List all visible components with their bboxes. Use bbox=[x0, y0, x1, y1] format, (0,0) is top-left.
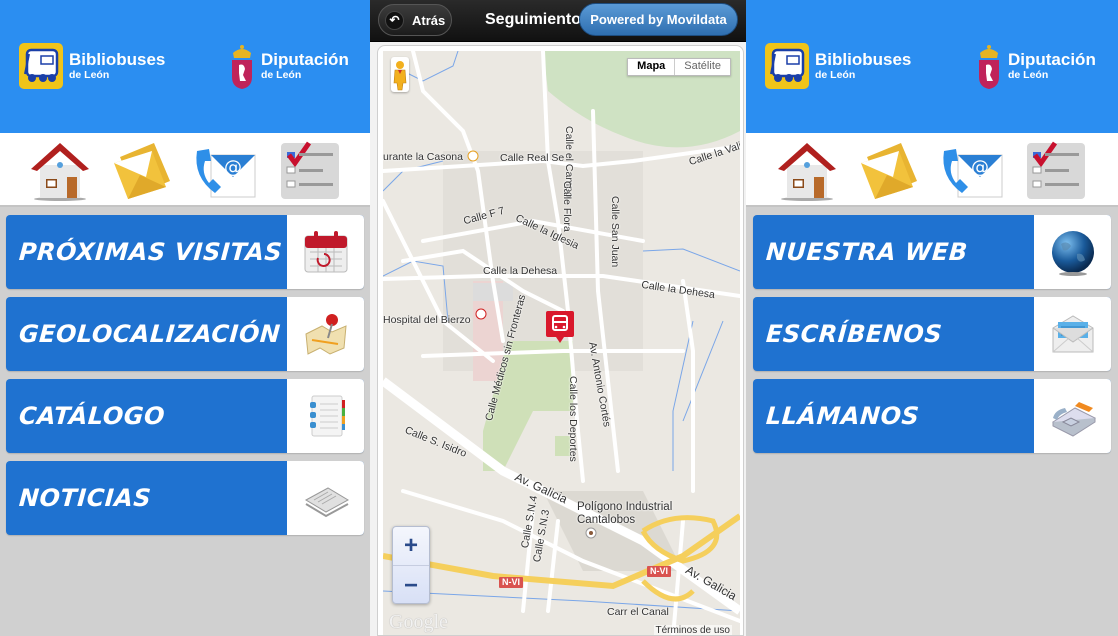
calendar-icon bbox=[287, 215, 364, 289]
coat-of-arms-icon bbox=[976, 43, 1002, 89]
envelope-icon bbox=[1034, 297, 1111, 371]
street-view-pegman-icon[interactable] bbox=[391, 57, 409, 92]
menu-item-catalogo[interactable]: CATÁLOGO bbox=[6, 379, 364, 453]
highway-shield: N-VI bbox=[499, 577, 523, 588]
telephone-icon bbox=[1034, 379, 1111, 453]
contact-menu: NUESTRA WEB ESCRÍBENOS LLÁMANOS bbox=[753, 215, 1111, 461]
map-type-satelite-button[interactable]: Satélite bbox=[675, 59, 730, 75]
map-label: Calle Flora bbox=[561, 181, 573, 232]
page-title: Seguimiento bbox=[485, 11, 582, 28]
notebook-icon bbox=[287, 379, 364, 453]
home-icon[interactable] bbox=[774, 137, 840, 203]
map-label: Calle la Dehesa bbox=[483, 265, 558, 277]
coat-of-arms-icon bbox=[229, 43, 255, 89]
map-label: Cantalobos bbox=[577, 514, 636, 526]
map-type-mapa-button[interactable]: Mapa bbox=[628, 59, 676, 75]
bibliobuses-subtitle: de León bbox=[69, 69, 110, 81]
map-container: urante la Casona Calle Real Se Calle el … bbox=[377, 45, 744, 636]
diputacion-logo: Diputación de León bbox=[229, 43, 349, 89]
map-label: Calle Real Se bbox=[500, 152, 565, 164]
back-arrow-icon: ↶ bbox=[385, 10, 404, 30]
diputacion-logo: Diputación de León bbox=[976, 43, 1096, 89]
bibliobuses-title: Bibliobuses bbox=[815, 50, 912, 69]
diputacion-subtitle: de León bbox=[1008, 69, 1049, 81]
menu-item-llamanos[interactable]: LLÁMANOS bbox=[753, 379, 1111, 453]
map-label: Carr el Canal bbox=[607, 606, 669, 618]
newspaper-icon bbox=[287, 461, 364, 535]
menu-item-label: LLÁMANOS bbox=[765, 402, 921, 430]
icon-toolbar: @ bbox=[0, 133, 370, 207]
map-label: urante la Casona bbox=[383, 151, 463, 163]
zoom-in-button[interactable]: + bbox=[393, 527, 429, 566]
contact-screen: Bibliobuses de León Diputación de León @ bbox=[746, 0, 1118, 636]
zoom-control: + − bbox=[392, 526, 430, 604]
menu-item-escribenos[interactable]: ESCRÍBENOS bbox=[753, 297, 1111, 371]
home-icon[interactable] bbox=[27, 137, 93, 203]
tracking-screen: ↶ Atrás Seguimiento Powered by Movildata bbox=[370, 0, 746, 636]
menu-item-label: NUESTRA WEB bbox=[765, 238, 969, 266]
contact-icon[interactable]: @ bbox=[940, 137, 1006, 203]
menu-item-proximas-visitas[interactable]: PRÓXIMAS VISITAS bbox=[6, 215, 364, 289]
bibliobuses-title: Bibliobuses bbox=[69, 50, 166, 69]
map-label: Calle San Juan bbox=[609, 196, 621, 268]
bus-location-marker[interactable] bbox=[546, 311, 574, 344]
map-type-control: Mapa Satélite bbox=[627, 58, 731, 76]
map-label: Calle los Deportes bbox=[567, 376, 579, 462]
highway-shield: N-VI bbox=[647, 566, 671, 577]
globe-icon bbox=[1034, 215, 1111, 289]
mail-icon[interactable] bbox=[110, 137, 176, 203]
powered-by-button[interactable]: Powered by Movildata bbox=[579, 3, 738, 36]
menu-item-nuestra-web[interactable]: NUESTRA WEB bbox=[753, 215, 1111, 289]
map-label: Hospital del Bierzo bbox=[383, 314, 471, 326]
menu-item-label: GEOLOCALIZACIÓN bbox=[18, 320, 282, 348]
bus-logo-icon bbox=[19, 43, 63, 89]
icon-toolbar: @ bbox=[746, 133, 1118, 207]
google-logo: Google bbox=[389, 611, 448, 633]
map-canvas[interactable]: urante la Casona Calle Real Se Calle el … bbox=[383, 51, 740, 635]
contact-icon[interactable]: @ bbox=[193, 137, 259, 203]
diputacion-title: Diputación bbox=[1008, 50, 1096, 69]
main-menu-screen: Bibliobuses de León Diputación de León @ bbox=[0, 0, 370, 636]
mail-icon[interactable] bbox=[857, 137, 923, 203]
menu-item-label: CATÁLOGO bbox=[18, 402, 166, 430]
diputacion-subtitle: de León bbox=[261, 69, 302, 81]
menu-item-noticias[interactable]: NOTICIAS bbox=[6, 461, 364, 535]
menu-item-geolocalizacion[interactable]: GEOLOCALIZACIÓN bbox=[6, 297, 364, 371]
checklist-icon[interactable] bbox=[1023, 137, 1089, 203]
bibliobuses-logo: Bibliobuses de León bbox=[19, 43, 165, 89]
map-label: Polígono Industrial bbox=[577, 501, 673, 513]
bibliobuses-subtitle: de León bbox=[815, 69, 856, 81]
diputacion-title: Diputación bbox=[261, 50, 349, 69]
terms-of-use-link[interactable]: Términos de uso bbox=[653, 625, 732, 635]
brand-header: Bibliobuses de León Diputación de León bbox=[746, 0, 1118, 133]
zoom-out-button[interactable]: − bbox=[393, 566, 429, 605]
checklist-icon[interactable] bbox=[277, 137, 343, 203]
svg-text:@: @ bbox=[224, 157, 242, 178]
main-menu: PRÓXIMAS VISITAS GEOLOCALIZACIÓN CATÁLOG… bbox=[6, 215, 364, 543]
menu-item-label: PRÓXIMAS VISITAS bbox=[18, 238, 284, 266]
bibliobuses-logo: Bibliobuses de León bbox=[765, 43, 911, 89]
top-bar: ↶ Atrás Seguimiento Powered by Movildata bbox=[370, 0, 746, 42]
map-pin-icon bbox=[287, 297, 364, 371]
svg-text:@: @ bbox=[971, 157, 989, 178]
bus-logo-icon bbox=[765, 43, 809, 89]
menu-item-label: NOTICIAS bbox=[18, 484, 153, 512]
menu-item-label: ESCRÍBENOS bbox=[765, 320, 944, 348]
brand-header: Bibliobuses de León Diputación de León bbox=[0, 0, 370, 133]
back-button-label: Atrás bbox=[412, 12, 446, 28]
back-button[interactable]: ↶ Atrás bbox=[378, 4, 452, 36]
